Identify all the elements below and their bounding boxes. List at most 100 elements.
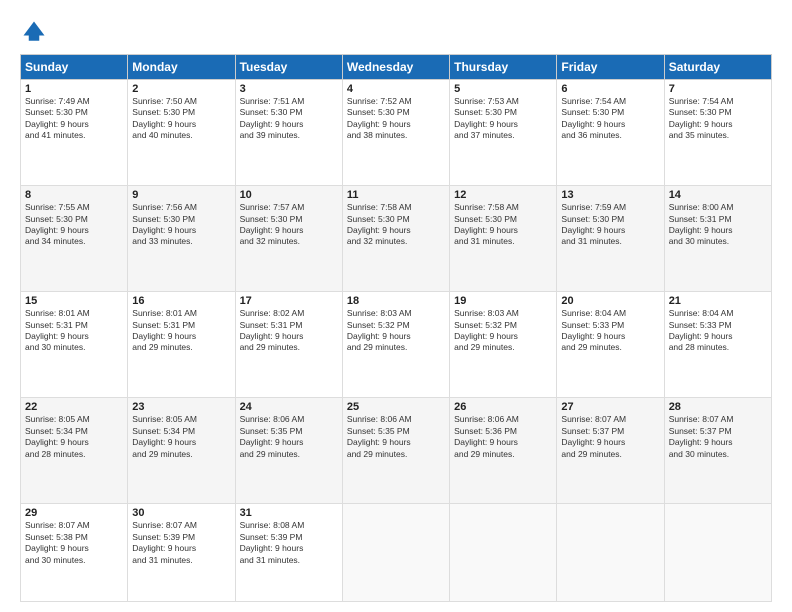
calendar-header-row: SundayMondayTuesdayWednesdayThursdayFrid…	[21, 55, 772, 80]
header-day-thursday: Thursday	[450, 55, 557, 80]
day-number: 10	[240, 189, 338, 201]
day-info: Sunrise: 7:50 AM Sunset: 5:30 PM Dayligh…	[132, 96, 230, 142]
day-info: Sunrise: 7:57 AM Sunset: 5:30 PM Dayligh…	[240, 202, 338, 248]
header-day-wednesday: Wednesday	[342, 55, 449, 80]
day-info: Sunrise: 8:05 AM Sunset: 5:34 PM Dayligh…	[132, 414, 230, 460]
day-number: 21	[669, 295, 767, 307]
calendar-cell: 24Sunrise: 8:06 AM Sunset: 5:35 PM Dayli…	[235, 398, 342, 504]
calendar-cell: 15Sunrise: 8:01 AM Sunset: 5:31 PM Dayli…	[21, 292, 128, 398]
calendar-cell: 12Sunrise: 7:58 AM Sunset: 5:30 PM Dayli…	[450, 186, 557, 292]
day-number: 12	[454, 189, 552, 201]
day-number: 4	[347, 83, 445, 95]
day-info: Sunrise: 8:05 AM Sunset: 5:34 PM Dayligh…	[25, 414, 123, 460]
calendar-cell: 4Sunrise: 7:52 AM Sunset: 5:30 PM Daylig…	[342, 80, 449, 186]
day-number: 6	[561, 83, 659, 95]
day-info: Sunrise: 8:06 AM Sunset: 5:36 PM Dayligh…	[454, 414, 552, 460]
calendar-cell: 27Sunrise: 8:07 AM Sunset: 5:37 PM Dayli…	[557, 398, 664, 504]
day-info: Sunrise: 7:58 AM Sunset: 5:30 PM Dayligh…	[454, 202, 552, 248]
header-row	[20, 18, 772, 46]
calendar-cell	[557, 504, 664, 602]
calendar-cell: 13Sunrise: 7:59 AM Sunset: 5:30 PM Dayli…	[557, 186, 664, 292]
day-info: Sunrise: 7:54 AM Sunset: 5:30 PM Dayligh…	[669, 96, 767, 142]
calendar-cell: 7Sunrise: 7:54 AM Sunset: 5:30 PM Daylig…	[664, 80, 771, 186]
day-number: 27	[561, 401, 659, 413]
calendar-cell: 11Sunrise: 7:58 AM Sunset: 5:30 PM Dayli…	[342, 186, 449, 292]
day-number: 11	[347, 189, 445, 201]
day-number: 24	[240, 401, 338, 413]
header-day-monday: Monday	[128, 55, 235, 80]
day-number: 8	[25, 189, 123, 201]
day-number: 1	[25, 83, 123, 95]
calendar-cell: 22Sunrise: 8:05 AM Sunset: 5:34 PM Dayli…	[21, 398, 128, 504]
calendar-week-1: 1Sunrise: 7:49 AM Sunset: 5:30 PM Daylig…	[21, 80, 772, 186]
day-info: Sunrise: 8:06 AM Sunset: 5:35 PM Dayligh…	[240, 414, 338, 460]
day-info: Sunrise: 7:54 AM Sunset: 5:30 PM Dayligh…	[561, 96, 659, 142]
header-day-saturday: Saturday	[664, 55, 771, 80]
calendar-cell: 29Sunrise: 8:07 AM Sunset: 5:38 PM Dayli…	[21, 504, 128, 602]
day-number: 16	[132, 295, 230, 307]
day-info: Sunrise: 8:07 AM Sunset: 5:38 PM Dayligh…	[25, 520, 123, 566]
calendar-cell: 6Sunrise: 7:54 AM Sunset: 5:30 PM Daylig…	[557, 80, 664, 186]
header-day-friday: Friday	[557, 55, 664, 80]
page: SundayMondayTuesdayWednesdayThursdayFrid…	[0, 0, 792, 612]
day-info: Sunrise: 8:00 AM Sunset: 5:31 PM Dayligh…	[669, 202, 767, 248]
day-info: Sunrise: 8:06 AM Sunset: 5:35 PM Dayligh…	[347, 414, 445, 460]
day-number: 5	[454, 83, 552, 95]
day-number: 28	[669, 401, 767, 413]
day-number: 26	[454, 401, 552, 413]
calendar-cell: 16Sunrise: 8:01 AM Sunset: 5:31 PM Dayli…	[128, 292, 235, 398]
calendar-cell: 10Sunrise: 7:57 AM Sunset: 5:30 PM Dayli…	[235, 186, 342, 292]
day-number: 7	[669, 83, 767, 95]
calendar-week-4: 22Sunrise: 8:05 AM Sunset: 5:34 PM Dayli…	[21, 398, 772, 504]
header-day-tuesday: Tuesday	[235, 55, 342, 80]
day-number: 3	[240, 83, 338, 95]
day-info: Sunrise: 8:08 AM Sunset: 5:39 PM Dayligh…	[240, 520, 338, 566]
day-info: Sunrise: 7:55 AM Sunset: 5:30 PM Dayligh…	[25, 202, 123, 248]
day-info: Sunrise: 7:58 AM Sunset: 5:30 PM Dayligh…	[347, 202, 445, 248]
day-info: Sunrise: 8:03 AM Sunset: 5:32 PM Dayligh…	[347, 308, 445, 354]
calendar-cell: 8Sunrise: 7:55 AM Sunset: 5:30 PM Daylig…	[21, 186, 128, 292]
day-info: Sunrise: 8:07 AM Sunset: 5:37 PM Dayligh…	[561, 414, 659, 460]
day-info: Sunrise: 8:04 AM Sunset: 5:33 PM Dayligh…	[669, 308, 767, 354]
day-info: Sunrise: 8:07 AM Sunset: 5:39 PM Dayligh…	[132, 520, 230, 566]
day-number: 20	[561, 295, 659, 307]
day-info: Sunrise: 8:04 AM Sunset: 5:33 PM Dayligh…	[561, 308, 659, 354]
calendar-cell	[450, 504, 557, 602]
day-number: 13	[561, 189, 659, 201]
day-number: 14	[669, 189, 767, 201]
calendar-cell: 17Sunrise: 8:02 AM Sunset: 5:31 PM Dayli…	[235, 292, 342, 398]
day-number: 22	[25, 401, 123, 413]
day-number: 31	[240, 507, 338, 519]
calendar-week-2: 8Sunrise: 7:55 AM Sunset: 5:30 PM Daylig…	[21, 186, 772, 292]
day-number: 29	[25, 507, 123, 519]
calendar-cell: 1Sunrise: 7:49 AM Sunset: 5:30 PM Daylig…	[21, 80, 128, 186]
calendar-cell: 26Sunrise: 8:06 AM Sunset: 5:36 PM Dayli…	[450, 398, 557, 504]
calendar-cell	[664, 504, 771, 602]
day-info: Sunrise: 8:01 AM Sunset: 5:31 PM Dayligh…	[25, 308, 123, 354]
day-number: 15	[25, 295, 123, 307]
calendar-cell: 14Sunrise: 8:00 AM Sunset: 5:31 PM Dayli…	[664, 186, 771, 292]
header-day-sunday: Sunday	[21, 55, 128, 80]
calendar-cell: 28Sunrise: 8:07 AM Sunset: 5:37 PM Dayli…	[664, 398, 771, 504]
calendar-cell: 5Sunrise: 7:53 AM Sunset: 5:30 PM Daylig…	[450, 80, 557, 186]
day-number: 9	[132, 189, 230, 201]
calendar-cell: 3Sunrise: 7:51 AM Sunset: 5:30 PM Daylig…	[235, 80, 342, 186]
calendar-cell: 20Sunrise: 8:04 AM Sunset: 5:33 PM Dayli…	[557, 292, 664, 398]
calendar: SundayMondayTuesdayWednesdayThursdayFrid…	[20, 54, 772, 602]
day-info: Sunrise: 8:07 AM Sunset: 5:37 PM Dayligh…	[669, 414, 767, 460]
day-info: Sunrise: 7:56 AM Sunset: 5:30 PM Dayligh…	[132, 202, 230, 248]
calendar-cell: 31Sunrise: 8:08 AM Sunset: 5:39 PM Dayli…	[235, 504, 342, 602]
calendar-cell: 30Sunrise: 8:07 AM Sunset: 5:39 PM Dayli…	[128, 504, 235, 602]
day-info: Sunrise: 8:03 AM Sunset: 5:32 PM Dayligh…	[454, 308, 552, 354]
calendar-week-5: 29Sunrise: 8:07 AM Sunset: 5:38 PM Dayli…	[21, 504, 772, 602]
calendar-cell: 9Sunrise: 7:56 AM Sunset: 5:30 PM Daylig…	[128, 186, 235, 292]
calendar-cell: 21Sunrise: 8:04 AM Sunset: 5:33 PM Dayli…	[664, 292, 771, 398]
day-number: 18	[347, 295, 445, 307]
day-info: Sunrise: 7:49 AM Sunset: 5:30 PM Dayligh…	[25, 96, 123, 142]
day-info: Sunrise: 8:01 AM Sunset: 5:31 PM Dayligh…	[132, 308, 230, 354]
day-info: Sunrise: 7:52 AM Sunset: 5:30 PM Dayligh…	[347, 96, 445, 142]
calendar-week-3: 15Sunrise: 8:01 AM Sunset: 5:31 PM Dayli…	[21, 292, 772, 398]
calendar-cell: 2Sunrise: 7:50 AM Sunset: 5:30 PM Daylig…	[128, 80, 235, 186]
day-number: 25	[347, 401, 445, 413]
day-number: 19	[454, 295, 552, 307]
